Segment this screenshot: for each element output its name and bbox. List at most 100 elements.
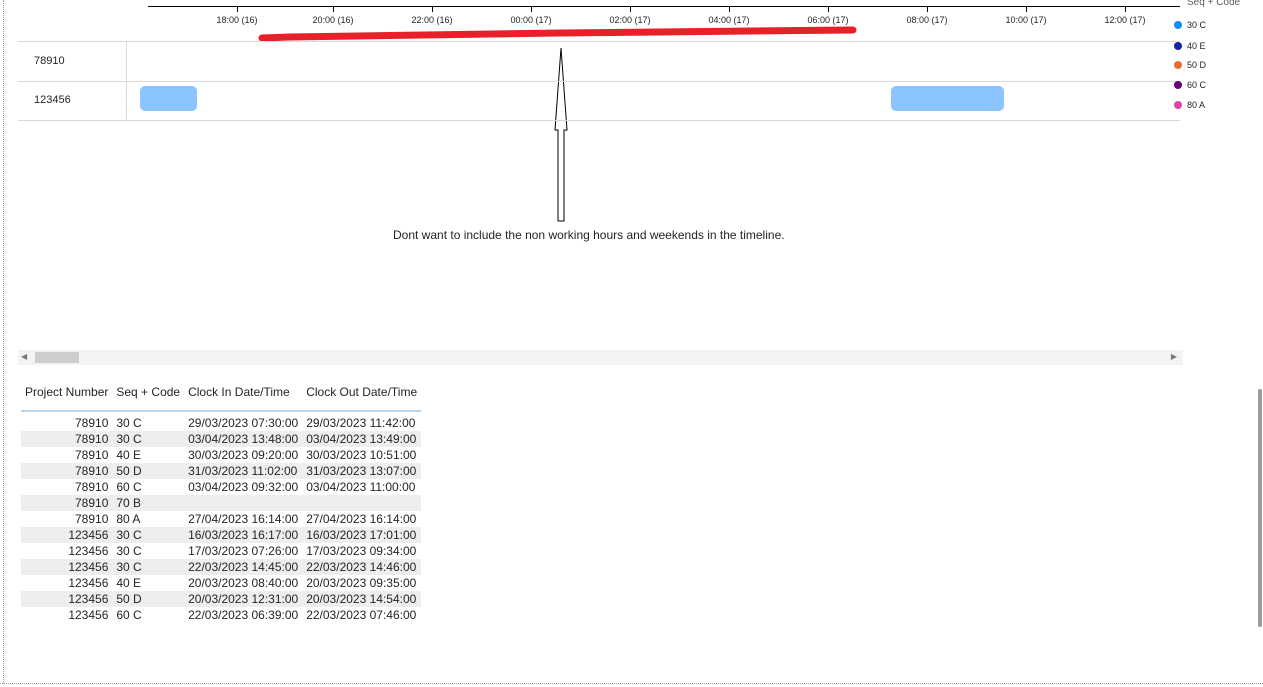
table-cell: 17/03/2023 09:34:00 bbox=[306, 544, 417, 558]
table-row[interactable]: 78910 30 C 29/03/2023 07:30:00 29/03/2023 1… bbox=[21, 411, 421, 431]
legend-item[interactable]: 80 A bbox=[1174, 100, 1205, 110]
table-body: 78910 30 C 29/03/2023 07:30:00 29/03/2023 1… bbox=[21, 411, 422, 623]
table-cell: 30 C bbox=[112, 431, 185, 447]
table-cell: 60 C bbox=[116, 480, 142, 494]
table-cell: 123456 bbox=[68, 544, 109, 558]
legend-item[interactable]: 50 D bbox=[1174, 60, 1206, 70]
table-row[interactable]: 78910 30 C 03/04/2023 13:48:00 03/04/2023 1… bbox=[21, 431, 422, 447]
data-table: Project Number Seq + Code Clock In Date/… bbox=[21, 385, 422, 623]
red-highlight-line bbox=[258, 26, 857, 42]
column-header[interactable]: Seq + Code bbox=[112, 385, 185, 412]
table-cell: 30/03/2023 10:51:00 bbox=[306, 448, 417, 462]
legend-label: 50 D bbox=[1187, 60, 1207, 70]
column-header[interactable]: Clock In Date/Time bbox=[184, 385, 303, 412]
gantt-row-label: 123456 bbox=[18, 81, 127, 120]
table-cell: 17/03/2023 07:26:00 bbox=[188, 544, 299, 558]
legend-dot bbox=[1174, 42, 1182, 50]
table-cell: 78910 bbox=[75, 448, 109, 462]
table-row[interactable]: 123456 50 D 20/03/2023 12:31:00 20/03/2023 … bbox=[21, 591, 422, 607]
table-cell: 78910 bbox=[21, 495, 113, 511]
horizontal-scrollbar[interactable]: ◀ ▶ bbox=[18, 350, 1183, 365]
table-cell: 80 A bbox=[116, 512, 141, 526]
table-cell: 27/04/2023 16:14:00 bbox=[188, 512, 299, 526]
legend-dot bbox=[1174, 101, 1182, 109]
table-cell: 78910 bbox=[21, 463, 113, 479]
visual-border-bottom bbox=[0, 683, 1263, 684]
table-cell: 30/03/2023 09:20:00 bbox=[188, 448, 299, 462]
gantt-row: 123456 bbox=[18, 81, 1180, 121]
legend-label: 80 A bbox=[1187, 100, 1206, 110]
column-header[interactable]: Project Number bbox=[21, 385, 113, 412]
table-cell: 78910 bbox=[75, 416, 109, 430]
table-row[interactable]: 123456 30 C 17/03/2023 07:26:00 17/03/2023 … bbox=[21, 543, 421, 559]
table-cell: 22/03/2023 07:46:00 bbox=[306, 608, 417, 622]
table-cell: 123456 bbox=[68, 608, 109, 622]
vertical-scrollbar-thumb[interactable] bbox=[1258, 389, 1262, 627]
gantt-row: 78910 bbox=[18, 42, 1180, 82]
table-cell: 123456 bbox=[21, 527, 113, 543]
table-cell: 03/04/2023 09:32:00 bbox=[188, 480, 299, 494]
table-cell: 22/03/2023 14:46:00 bbox=[302, 559, 422, 575]
table-row[interactable]: 78910 60 C 03/04/2023 09:32:00 03/04/2023 1… bbox=[21, 479, 421, 495]
table-row[interactable]: 78910 70 B bbox=[21, 495, 422, 511]
legend-label: 60 C bbox=[1187, 80, 1207, 90]
table-cell: 29/03/2023 11:42:00 bbox=[306, 416, 416, 430]
legend-label: 30 C bbox=[1187, 20, 1207, 30]
scroll-left-icon[interactable]: ◀ bbox=[21, 352, 27, 361]
table-cell: 123456 bbox=[21, 559, 113, 575]
table-cell: 50 D bbox=[112, 591, 185, 607]
table-cell: 03/04/2023 13:48:00 bbox=[184, 431, 303, 447]
table-cell: 78910 bbox=[75, 480, 109, 494]
table-cell: 27/04/2023 16:14:00 bbox=[306, 512, 417, 526]
table-row[interactable]: 78910 80 A 27/04/2023 16:14:00 27/04/2023 1… bbox=[21, 511, 421, 527]
table-cell: 123456 bbox=[68, 576, 109, 590]
table-cell: 50 D bbox=[112, 463, 185, 479]
table-cell: 123456 bbox=[21, 591, 113, 607]
table-cell: 60 C bbox=[116, 608, 142, 622]
table-cell: 40 E bbox=[116, 448, 142, 462]
table-row[interactable]: 123456 60 C 22/03/2023 06:39:00 22/03/2023 … bbox=[21, 607, 421, 623]
gantt-bar[interactable] bbox=[140, 86, 197, 111]
table-cell: 78910 bbox=[75, 512, 109, 526]
legend-title: Seq + Code bbox=[1187, 0, 1241, 8]
table-cell: 16/03/2023 17:01:00 bbox=[302, 527, 422, 543]
legend-dot bbox=[1174, 61, 1182, 69]
table-cell: 30 C bbox=[112, 559, 185, 575]
table-cell: 31/03/2023 13:07:00 bbox=[302, 463, 422, 479]
table-cell: 30 C bbox=[112, 527, 185, 543]
table-header-row: Project Number Seq + Code Clock In Date/… bbox=[21, 385, 422, 412]
table-cell: 03/04/2023 13:49:00 bbox=[302, 431, 422, 447]
table-cell: 20/03/2023 08:40:00 bbox=[188, 576, 299, 590]
table-cell: 20/03/2023 12:31:00 bbox=[184, 591, 303, 607]
legend-label: 40 E bbox=[1187, 41, 1206, 51]
table-cell: 03/04/2023 11:00:00 bbox=[306, 480, 416, 494]
gantt-bar[interactable] bbox=[891, 86, 1004, 111]
table-cell bbox=[184, 495, 303, 511]
table-row[interactable]: 123456 40 E 20/03/2023 08:40:00 20/03/2023 … bbox=[21, 575, 421, 591]
legend-item[interactable]: 40 E bbox=[1174, 41, 1206, 51]
table-cell: 29/03/2023 07:30:00 bbox=[188, 416, 299, 430]
gantt-row-label: 78910 bbox=[18, 42, 127, 81]
table-cell: 22/03/2023 14:45:00 bbox=[184, 559, 303, 575]
table-cell: 20/03/2023 09:35:00 bbox=[306, 576, 417, 590]
table-cell: 30 C bbox=[116, 416, 142, 430]
table-cell: 40 E bbox=[116, 576, 142, 590]
table-cell: 16/03/2023 16:17:00 bbox=[184, 527, 303, 543]
table-row[interactable]: 78910 40 E 30/03/2023 09:20:00 30/03/2023 1… bbox=[21, 447, 421, 463]
column-header[interactable]: Clock Out Date/Time bbox=[302, 385, 422, 412]
table-cell: 22/03/2023 06:39:00 bbox=[188, 608, 299, 622]
legend-item[interactable]: 30 C bbox=[1174, 20, 1206, 30]
table-cell: 30 C bbox=[116, 544, 142, 558]
table-cell: 31/03/2023 11:02:00 bbox=[184, 463, 303, 479]
annotation-text: Dont want to include the non working hou… bbox=[393, 228, 785, 242]
scroll-right-icon[interactable]: ▶ bbox=[1171, 352, 1177, 361]
legend-dot bbox=[1174, 21, 1182, 29]
table-cell bbox=[302, 495, 422, 511]
table-cell: 20/03/2023 14:54:00 bbox=[302, 591, 422, 607]
table-row[interactable]: 78910 50 D 31/03/2023 11:02:00 31/03/2023 1… bbox=[21, 463, 422, 479]
legend-item[interactable]: 60 C bbox=[1174, 80, 1206, 90]
legend-dot bbox=[1174, 81, 1182, 89]
table-row[interactable]: 123456 30 C 16/03/2023 16:17:00 16/03/2023 … bbox=[21, 527, 422, 543]
scrollbar-thumb[interactable] bbox=[35, 352, 79, 363]
table-row[interactable]: 123456 30 C 22/03/2023 14:45:00 22/03/2023 … bbox=[21, 559, 422, 575]
